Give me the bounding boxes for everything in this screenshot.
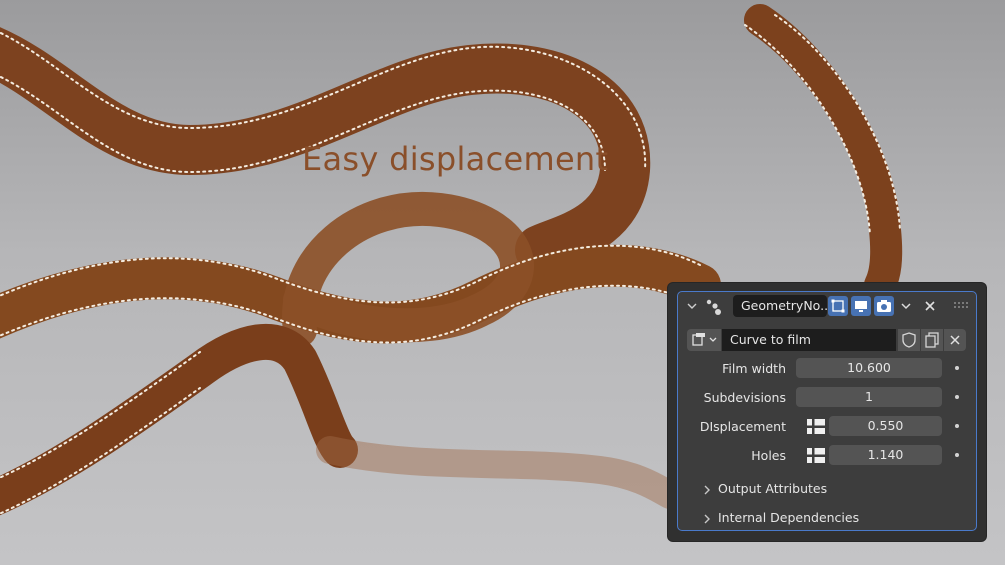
- modifier-box: GeometryNo... Curve to film Film width 1…: [677, 291, 977, 531]
- holes-label: Holes: [751, 448, 786, 463]
- chevron-down-icon[interactable]: [900, 300, 912, 312]
- keyframe-dot-icon[interactable]: [955, 395, 959, 399]
- film-strip: [316, 436, 684, 509]
- keyframe-dot-icon[interactable]: [955, 366, 959, 370]
- section-label: Internal Dependencies: [718, 510, 860, 525]
- chevron-right-icon: [704, 514, 710, 524]
- section-label: Output Attributes: [718, 481, 828, 496]
- internal-dependencies-section[interactable]: Internal Dependencies: [702, 510, 952, 528]
- close-icon[interactable]: [923, 299, 937, 313]
- holes-field[interactable]: 1.140: [829, 445, 942, 465]
- keyframe-dot-icon[interactable]: [955, 453, 959, 457]
- modifier-name-field[interactable]: GeometryNo...: [733, 295, 827, 317]
- drag-handle-icon[interactable]: [954, 302, 970, 310]
- node-group-name-field[interactable]: Curve to film: [722, 329, 896, 351]
- attribute-toggle-icon[interactable]: [806, 445, 826, 465]
- displacement-label: DIsplacement: [699, 419, 786, 434]
- film-strip: [744, 4, 903, 301]
- chevron-down-icon[interactable]: [686, 300, 698, 312]
- subdevisions-label: Subdevisions: [703, 390, 786, 405]
- displacement-field[interactable]: 0.550: [829, 416, 942, 436]
- edit-mode-icon[interactable]: [828, 296, 848, 316]
- modifier-panel: GeometryNo... Curve to film Film width 1…: [668, 283, 986, 541]
- film-width-field[interactable]: 10.600: [796, 358, 942, 378]
- shield-icon[interactable]: [898, 329, 920, 351]
- node-tree-icon: [692, 333, 717, 346]
- monitor-icon[interactable]: [851, 296, 871, 316]
- film-strip: [282, 191, 534, 347]
- film-strip: [0, 323, 358, 516]
- output-attributes-section[interactable]: Output Attributes: [702, 481, 952, 499]
- close-icon[interactable]: [944, 329, 966, 351]
- subdevisions-field[interactable]: 1: [796, 387, 942, 407]
- duplicate-icon[interactable]: [921, 329, 943, 351]
- node-tree-browse-button[interactable]: [687, 329, 721, 351]
- keyframe-dot-icon[interactable]: [955, 424, 959, 428]
- overlay-title: Easy displacement: [302, 140, 609, 178]
- film-width-label: Film width: [722, 361, 786, 376]
- geometry-nodes-icon: [706, 299, 721, 315]
- attribute-toggle-icon[interactable]: [806, 416, 826, 436]
- camera-icon[interactable]: [874, 296, 894, 316]
- chevron-right-icon: [704, 485, 710, 495]
